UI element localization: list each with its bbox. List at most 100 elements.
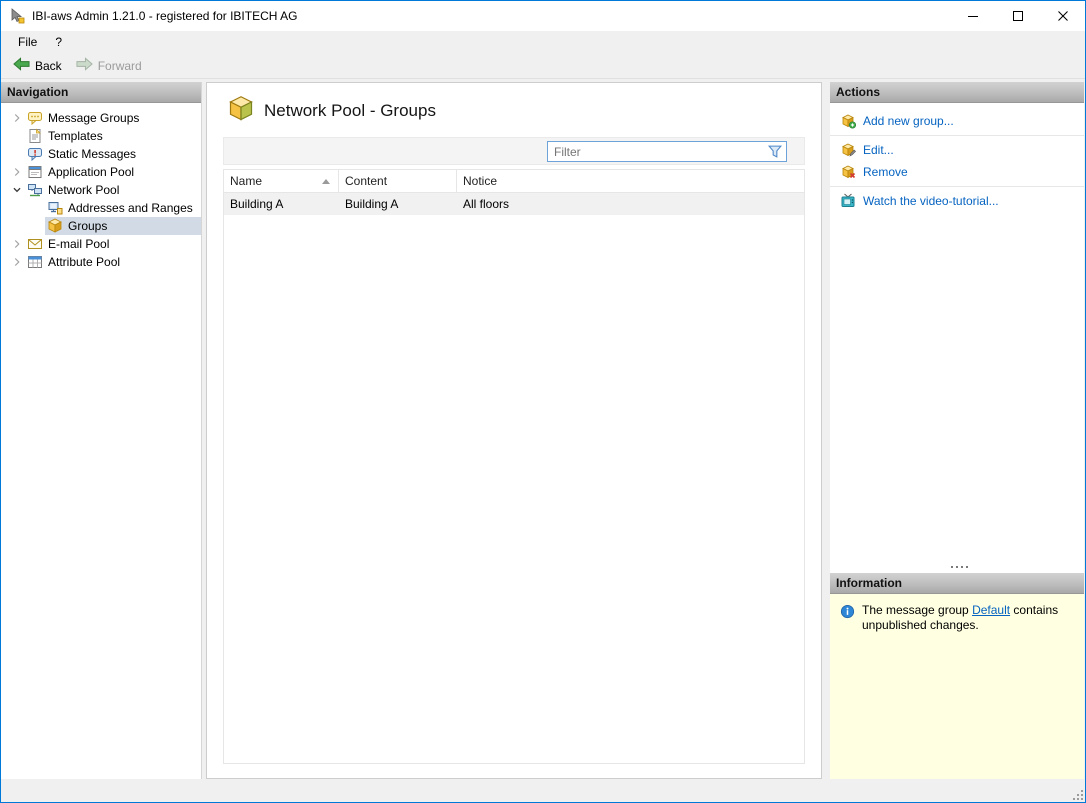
video-tutorial-link[interactable]: Watch the video-tutorial...: [830, 190, 1084, 212]
forward-arrow-icon: [76, 57, 93, 74]
actions-list: Add new group... Edit... Remove Watch th…: [830, 103, 1084, 212]
edit-group-icon: [840, 142, 856, 158]
info-text-before: The message group: [862, 603, 973, 617]
filter-toolbar: [223, 137, 805, 165]
chevron-down-icon[interactable]: [9, 182, 25, 198]
application-pool-icon: [27, 164, 43, 180]
tool-bar: Back Forward: [1, 53, 1085, 79]
sidebar-item-label: Groups: [68, 219, 108, 233]
edit-group-link[interactable]: Edit...: [830, 139, 1084, 161]
table-row[interactable]: Building A Building A All floors: [224, 193, 804, 215]
content-title-area: Network Pool - Groups: [207, 83, 821, 137]
forward-button[interactable]: Forward: [69, 55, 149, 76]
cell-content: Building A: [345, 197, 399, 211]
templates-icon: [27, 128, 43, 144]
sidebar-item-label: Addresses and Ranges: [68, 201, 193, 215]
expander-placeholder: [9, 128, 25, 144]
group-box-icon: [226, 95, 256, 123]
column-header-notice[interactable]: Notice: [457, 170, 804, 192]
action-label: Watch the video-tutorial...: [863, 194, 999, 208]
menu-help[interactable]: ?: [46, 33, 71, 51]
filter-input[interactable]: [547, 141, 787, 162]
addresses-icon: [47, 200, 63, 216]
panel-splitter-handle[interactable]: [830, 562, 1084, 571]
close-button[interactable]: [1040, 1, 1085, 31]
menu-file[interactable]: File: [9, 33, 46, 51]
column-header-label: Name: [230, 174, 263, 188]
navigation-tree: Message Groups Templates Static Messages…: [1, 103, 201, 271]
add-new-group-link[interactable]: Add new group...: [830, 110, 1084, 132]
sidebar-item-templates[interactable]: Templates: [1, 127, 201, 145]
action-label: Add new group...: [863, 114, 954, 128]
filter-funnel-icon[interactable]: [767, 145, 783, 158]
status-bar: [1, 789, 1085, 802]
actions-panel: Actions Add new group... Edit... Remove …: [830, 82, 1084, 779]
network-pool-icon: [27, 182, 43, 198]
information-header: Information: [830, 573, 1084, 594]
column-header-label: Content: [345, 174, 388, 188]
table-header-row: Name Content Notice: [224, 170, 804, 193]
chevron-right-icon[interactable]: [9, 254, 25, 270]
column-header-name[interactable]: Name: [224, 170, 339, 192]
chevron-right-icon[interactable]: [9, 110, 25, 126]
cell-notice: All floors: [463, 197, 510, 211]
sidebar-item-attribute-pool[interactable]: Attribute Pool: [1, 253, 201, 271]
sidebar-item-groups[interactable]: Groups: [1, 217, 201, 235]
column-header-content[interactable]: Content: [339, 170, 457, 192]
menu-bar: File ?: [1, 31, 1085, 53]
column-header-label: Notice: [463, 174, 498, 188]
title-bar: IBI-aws Admin 1.21.0 - registered for IB…: [1, 1, 1085, 31]
window-controls: [950, 1, 1085, 31]
remove-group-icon: [840, 164, 856, 180]
video-tutorial-icon: [840, 193, 856, 209]
maximize-button[interactable]: [995, 1, 1040, 31]
action-label: Edit...: [863, 143, 894, 157]
remove-group-link[interactable]: Remove: [830, 161, 1084, 183]
action-label: Remove: [863, 165, 908, 179]
sidebar-item-network-pool[interactable]: Network Pool: [1, 181, 201, 199]
group-box-icon: [47, 218, 63, 234]
workspace: Navigation Message Groups Templates Stat…: [1, 79, 1085, 789]
back-arrow-icon: [13, 57, 30, 74]
sidebar-item-application-pool[interactable]: Application Pool: [1, 163, 201, 181]
message-groups-icon: [27, 110, 43, 126]
sidebar-item-label: Message Groups: [48, 111, 140, 125]
navigation-header: Navigation: [1, 82, 201, 103]
page-title: Network Pool - Groups: [264, 101, 436, 120]
navigation-panel: Navigation Message Groups Templates Stat…: [1, 82, 202, 779]
app-icon: [9, 8, 25, 24]
default-group-link[interactable]: Default: [972, 603, 1010, 617]
app-window: IBI-aws Admin 1.21.0 - registered for IB…: [0, 0, 1086, 803]
sidebar-item-message-groups[interactable]: Message Groups: [1, 109, 201, 127]
sidebar-item-label: Network Pool: [48, 183, 120, 197]
sidebar-item-label: Application Pool: [48, 165, 135, 179]
expander-placeholder: [9, 146, 25, 162]
add-group-icon: [840, 113, 856, 129]
window-title: IBI-aws Admin 1.21.0 - registered for IB…: [32, 9, 298, 23]
sidebar-item-label: Static Messages: [48, 147, 137, 161]
sidebar-item-label: Attribute Pool: [48, 255, 121, 269]
forward-button-label: Forward: [97, 58, 142, 73]
resize-grip[interactable]: [1072, 789, 1084, 801]
attribute-pool-icon: [27, 254, 43, 270]
sidebar-item-label: Templates: [48, 129, 103, 143]
expander-placeholder: [29, 218, 45, 234]
static-messages-icon: [27, 146, 43, 162]
filter-field-wrap: [547, 141, 787, 162]
chevron-right-icon[interactable]: [9, 164, 25, 180]
info-icon: [840, 604, 855, 622]
separator: [830, 186, 1084, 187]
expander-placeholder: [29, 200, 45, 216]
back-button[interactable]: Back: [6, 55, 69, 76]
sidebar-item-addresses-and-ranges[interactable]: Addresses and Ranges: [1, 199, 201, 217]
email-pool-icon: [27, 236, 43, 252]
back-button-label: Back: [35, 58, 62, 73]
sidebar-item-email-pool[interactable]: E-mail Pool: [1, 235, 201, 253]
separator: [830, 135, 1084, 136]
groups-table: Name Content Notice Building A Building …: [223, 169, 805, 764]
minimize-button[interactable]: [950, 1, 995, 31]
information-message: The message group Default contains unpub…: [862, 603, 1070, 633]
cell-name: Building A: [230, 197, 284, 211]
sidebar-item-static-messages[interactable]: Static Messages: [1, 145, 201, 163]
chevron-right-icon[interactable]: [9, 236, 25, 252]
